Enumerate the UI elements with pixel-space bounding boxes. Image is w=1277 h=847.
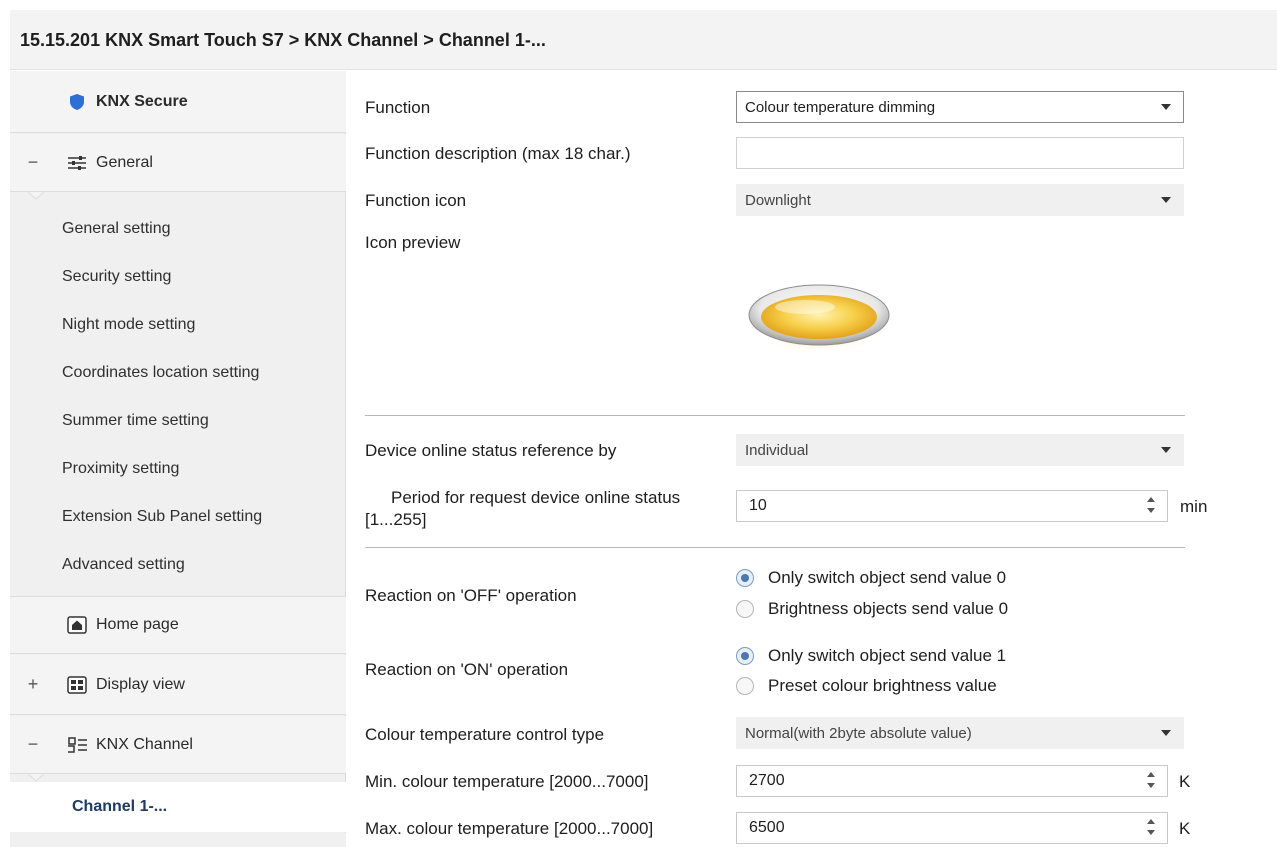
sidebar-item-coordinates-location-setting[interactable]: Coordinates location setting	[62, 364, 259, 382]
max-ct-value: 6500	[749, 819, 785, 836]
function-icon-label: Function icon	[365, 191, 467, 210]
expand-icon[interactable]: +	[26, 674, 40, 695]
title-bar: 15.15.201 KNX Smart Touch S7 > KNX Chann…	[10, 10, 1277, 70]
sidebar-item-label: KNX Channel	[96, 735, 193, 753]
max-ct-label: Max. colour temperature [2000...7000]	[365, 819, 654, 838]
sidebar-item-advanced-setting[interactable]: Advanced setting	[62, 556, 185, 574]
sidebar-group-knx-channel[interactable]: − KNX Channel	[10, 716, 346, 774]
sidebar-item-night-mode-setting[interactable]: Night mode setting	[62, 316, 195, 334]
min-ct-label: Min. colour temperature [2000...7000]	[365, 772, 649, 791]
sidebar-item-summer-time-setting[interactable]: Summer time setting	[62, 412, 209, 430]
radio-label: Brightness objects send value 0	[768, 599, 1009, 618]
off-reaction-label: Reaction on 'OFF' operation	[365, 586, 577, 605]
channel-icon	[66, 736, 88, 754]
sidebar-item-home-page[interactable]: Home page	[10, 596, 346, 654]
sidebar-item-general-setting[interactable]: General setting	[62, 220, 171, 238]
function-icon-value: Downlight	[745, 191, 811, 209]
online-status-reference-label: Device online status reference by	[365, 441, 617, 460]
max-ct-spinbox[interactable]: 6500	[736, 812, 1168, 844]
radio-unselected-icon	[736, 677, 754, 695]
collapse-icon[interactable]: −	[26, 734, 40, 755]
spinner-arrows-icon[interactable]	[1147, 772, 1155, 790]
function-value: Colour temperature dimming	[745, 98, 936, 116]
parameter-panel: Function Colour temperature dimming Func…	[347, 71, 1277, 847]
function-description-input[interactable]	[736, 137, 1184, 169]
radio-label: Only switch object send value 0	[768, 568, 1007, 587]
sidebar-item-extension-sub-panel-setting[interactable]: Extension Sub Panel setting	[62, 508, 262, 526]
sidebar-item-label: General	[96, 153, 153, 171]
min-ct-unit: K	[1179, 772, 1191, 791]
on-reaction-label: Reaction on 'ON' operation	[365, 660, 569, 679]
off-reaction-option-switch[interactable]: Only switch object send value 0	[736, 568, 1006, 588]
sidebar-item-label: KNX Secure	[96, 92, 188, 110]
request-period-label: Period for request device online status	[391, 488, 681, 507]
function-label: Function	[365, 98, 431, 117]
radio-unselected-icon	[736, 600, 754, 618]
tree-notch	[28, 774, 44, 782]
spinner-arrows-icon[interactable]	[1147, 497, 1155, 515]
collapse-icon[interactable]: −	[26, 152, 40, 173]
function-dropdown[interactable]: Colour temperature dimming	[736, 91, 1184, 123]
min-ct-value: 2700	[749, 772, 785, 789]
request-period-spinbox[interactable]: 10	[736, 490, 1168, 522]
online-status-reference-value: Individual	[745, 441, 809, 459]
section-divider	[365, 547, 1185, 548]
online-status-reference-dropdown[interactable]: Individual	[736, 434, 1184, 466]
request-period-value: 10	[749, 497, 767, 514]
sidebar-item-proximity-setting[interactable]: Proximity setting	[62, 460, 179, 478]
chevron-down-icon	[1161, 730, 1171, 736]
sidebar-group-general[interactable]: − General	[10, 134, 346, 192]
chevron-down-icon	[1161, 447, 1171, 453]
downlight-icon	[748, 284, 890, 353]
sliders-icon	[66, 154, 88, 172]
shield-icon	[66, 93, 88, 111]
radio-label: Preset colour brightness value	[768, 676, 997, 695]
radio-selected-icon	[736, 569, 754, 587]
radio-selected-icon	[736, 647, 754, 665]
ct-control-type-label: Colour temperature control type	[365, 725, 605, 744]
on-reaction-option-switch[interactable]: Only switch object send value 1	[736, 646, 1006, 666]
sidebar-item-label: Channel 1-...	[72, 798, 168, 815]
chevron-down-icon	[1161, 197, 1171, 203]
tree-notch	[28, 192, 44, 200]
spinner-arrows-icon[interactable]	[1147, 819, 1155, 837]
sidebar-footer	[10, 833, 346, 847]
section-divider	[365, 415, 1185, 416]
sidebar-item-label: Display view	[96, 675, 185, 693]
function-icon-dropdown[interactable]: Downlight	[736, 184, 1184, 216]
function-description-label: Function description (max 18 char.)	[365, 144, 631, 163]
sidebar-item-label: Home page	[96, 616, 179, 633]
sidebar-item-channel-1[interactable]: Channel 1-...	[10, 782, 346, 832]
radio-label: Only switch object send value 1	[768, 646, 1007, 665]
ct-control-type-value: Normal(with 2byte absolute value)	[745, 724, 972, 742]
on-reaction-option-preset[interactable]: Preset colour brightness value	[736, 676, 997, 696]
chevron-down-icon	[1161, 104, 1171, 110]
sidebar-item-knx-secure[interactable]: KNX Secure	[10, 71, 346, 133]
sidebar-group-display-view[interactable]: + Display view	[10, 655, 346, 715]
off-reaction-option-brightness[interactable]: Brightness objects send value 0	[736, 599, 1008, 619]
icon-preview-label: Icon preview	[365, 233, 461, 252]
home-icon	[66, 616, 88, 634]
request-period-range: [1...255]	[365, 510, 427, 529]
ct-control-type-dropdown[interactable]: Normal(with 2byte absolute value)	[736, 717, 1184, 749]
min-ct-spinbox[interactable]: 2700	[736, 765, 1168, 797]
grid-view-icon	[66, 675, 88, 694]
sidebar-item-security-setting[interactable]: Security setting	[62, 268, 171, 286]
request-period-unit: min	[1180, 497, 1208, 516]
max-ct-unit: K	[1179, 819, 1191, 838]
breadcrumb: 15.15.201 KNX Smart Touch S7 > KNX Chann…	[20, 30, 546, 50]
